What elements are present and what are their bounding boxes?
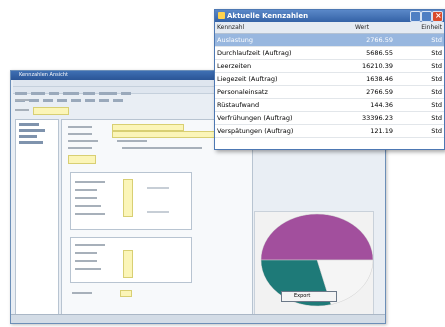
kpi-cell-name: Auslastung (215, 33, 329, 47)
kpi-cell-value: 2766.59 (329, 85, 395, 99)
kpi-cell-unit: Std (395, 98, 444, 112)
kpi-cell-name: Liegezeit (Auftrag) (215, 72, 329, 86)
pie-slice (260, 213, 374, 261)
kpi-table-row[interactable]: Verfrühungen (Auftrag) 33396.23 Std (215, 111, 444, 125)
kpi-table-row[interactable]: Auslastung 2766.59 Std (215, 33, 444, 47)
kpi-table-row[interactable]: Leerzeiten 16210.39 Std (215, 59, 444, 73)
kpi-cell-name: Leerzeiten (215, 59, 329, 73)
kpi-cell-unit: Std (395, 111, 444, 125)
kpi-cell-value: 121.19 (329, 124, 395, 138)
kpi-cell-value: 2766.59 (329, 33, 395, 47)
kpi-cell-name: Verspätungen (Auftrag) (215, 124, 329, 138)
kpi-table-row[interactable]: Durchlaufzeit (Auftrag) 5686.55 Std (215, 46, 444, 60)
option-inputs[interactable] (123, 250, 133, 278)
export-button-label: Export (294, 293, 311, 299)
settings-group (70, 172, 192, 230)
minimize-icon[interactable] (410, 11, 421, 22)
column-header-name[interactable]: Kennzahl (215, 22, 329, 34)
column-header-unit[interactable]: Einheit (395, 22, 444, 34)
kpi-cell-value: 144.36 (329, 98, 395, 112)
close-icon[interactable] (432, 11, 443, 22)
main-window-title: Kennzahlen Ansicht (19, 72, 68, 78)
kpi-table-row[interactable]: Personaleinsatz 2766.59 Std (215, 85, 444, 99)
name-input[interactable] (112, 124, 184, 131)
kpi-cell-name: Verfrühungen (Auftrag) (215, 111, 329, 125)
kpi-cell-unit: Std (395, 72, 444, 86)
kpi-table-row[interactable]: Liegezeit (Auftrag) 1638.46 Std (215, 72, 444, 86)
kpi-cell-value: 16210.39 (329, 59, 395, 73)
kpi-table-row[interactable]: Verspätungen (Auftrag) 121.19 Std (215, 124, 444, 138)
kpi-cell-value: 1638.46 (329, 72, 395, 86)
kpi-window-title: Aktuelle Kennzahlen (227, 12, 309, 20)
kpi-cell-value: 5686.55 (329, 46, 395, 60)
kpi-cell-unit: Std (395, 124, 444, 138)
section-header (68, 155, 96, 164)
count-input[interactable] (120, 290, 132, 297)
navigation-tree[interactable] (15, 119, 59, 321)
kpi-cell-name: Rüstaufwand (215, 98, 329, 112)
window-app-icon (218, 12, 225, 19)
kpi-table: Kennzahl Wert Einheit Auslastung 2766.59 S… (215, 22, 444, 138)
column-header-value[interactable]: Wert (329, 22, 395, 34)
status-bar (11, 314, 385, 323)
kpi-window-titlebar: Aktuelle Kennzahlen (215, 10, 444, 22)
options-group (70, 237, 192, 283)
export-button[interactable]: Export (281, 291, 337, 302)
kpi-cell-unit: Std (395, 33, 444, 47)
kpi-table-header: Kennzahl Wert Einheit (215, 22, 444, 34)
kpi-cell-unit: Std (395, 46, 444, 60)
kpi-table-row[interactable]: Rüstaufwand 144.36 Std (215, 98, 444, 112)
kpi-cell-name: Personaleinsatz (215, 85, 329, 99)
kpi-cell-unit: Std (395, 59, 444, 73)
filter-input[interactable] (33, 107, 69, 115)
kpi-window: Aktuelle Kennzahlen Kennzahl Wert Einhei… (214, 9, 445, 150)
filter-label (15, 109, 29, 111)
kpi-cell-unit: Std (395, 85, 444, 99)
kpi-cell-name: Durchlaufzeit (Auftrag) (215, 46, 329, 60)
value-inputs[interactable] (123, 179, 133, 217)
kpi-cell-value: 33396.23 (329, 111, 395, 125)
filter-label (15, 99, 29, 101)
maximize-icon[interactable] (421, 11, 432, 22)
